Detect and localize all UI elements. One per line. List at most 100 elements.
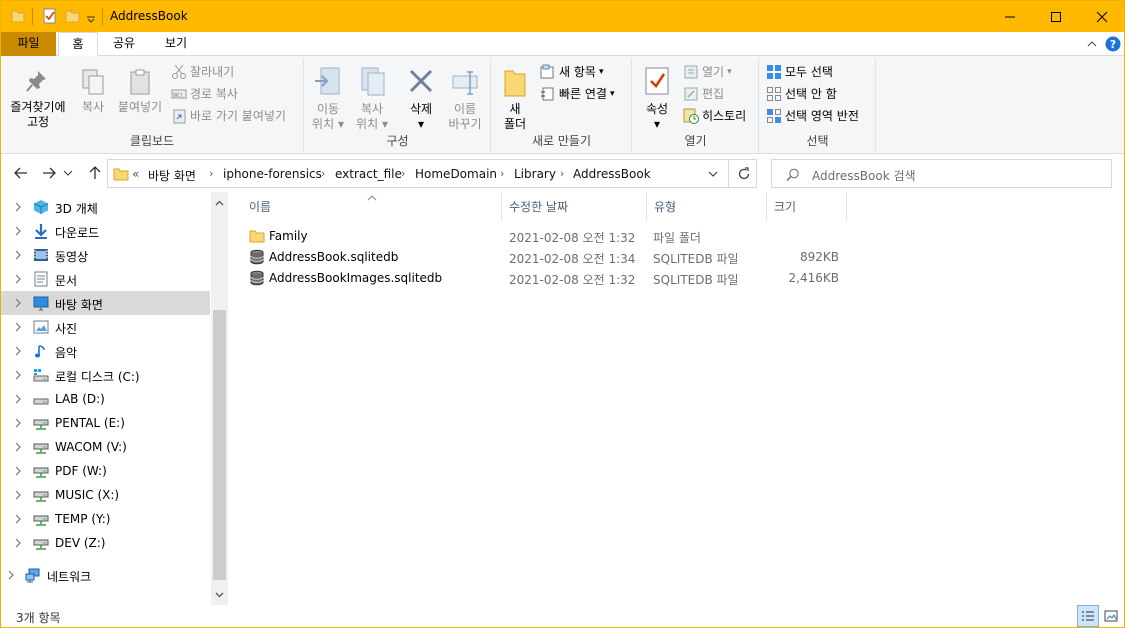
forward-button[interactable]	[39, 164, 59, 182]
properties-dropdown[interactable]: ▾	[637, 117, 677, 132]
chevron-right-icon[interactable]	[14, 394, 22, 404]
new-folder-button[interactable]: 새 폴더	[498, 66, 532, 132]
edit-button[interactable]: 편집	[683, 84, 724, 104]
nav-item[interactable]: 로컬 디스크 (C:)	[1, 363, 210, 387]
nav-item[interactable]: PDF (W:)	[1, 459, 210, 483]
breadcrumb-separator[interactable]: ›	[321, 167, 325, 180]
chevron-right-icon[interactable]	[7, 570, 15, 580]
nav-item[interactable]: DEV (Z:)	[1, 531, 210, 555]
easy-access-button[interactable]: 빠른 연결 ▾	[540, 84, 615, 104]
file-row[interactable]: AddressBook.sqlitedb 2021-02-08 오전 1:34 SQ…	[246, 247, 846, 268]
nav-item[interactable]: 동영상	[1, 243, 210, 267]
tab-file[interactable]: 파일	[1, 32, 56, 56]
column-header-size[interactable]: 크기	[767, 192, 847, 221]
file-row[interactable]: Family 2021-02-08 오전 1:32 파일 폴더	[246, 226, 846, 247]
select-none-button[interactable]: 선택 안 함	[766, 84, 837, 104]
nav-item[interactable]: TEMP (Y:)	[1, 507, 210, 531]
breadcrumb-overflow[interactable]: «	[132, 167, 139, 181]
chevron-right-icon[interactable]	[14, 466, 22, 476]
chevron-down-icon[interactable]	[86, 8, 96, 24]
chevron-right-icon[interactable]	[14, 370, 22, 380]
back-button[interactable]	[11, 164, 31, 182]
minimize-button[interactable]	[987, 1, 1033, 32]
nav-item[interactable]: MUSIC (X:)	[1, 483, 210, 507]
tab-view[interactable]: 보기	[151, 32, 201, 56]
close-button[interactable]	[1079, 1, 1124, 32]
chevron-down-icon[interactable]	[708, 170, 718, 178]
nav-item[interactable]: WACOM (V:)	[1, 435, 210, 459]
move-to-button[interactable]: 이동 위치 ▾	[307, 66, 349, 132]
rename-button[interactable]: 이름 바꾸기	[443, 66, 487, 132]
scroll-up-icon[interactable]	[215, 200, 224, 206]
breadcrumb-desktop[interactable]: 바탕 화면	[148, 167, 196, 184]
up-button[interactable]	[85, 164, 105, 182]
nav-item[interactable]: 사진	[1, 315, 210, 339]
details-view-button[interactable]	[1077, 605, 1099, 627]
collapse-ribbon-icon[interactable]	[1087, 39, 1097, 49]
column-header-name[interactable]: 이름	[242, 192, 502, 221]
breadcrumb-separator[interactable]: ›	[401, 167, 405, 180]
breadcrumb-separator[interactable]: ›	[560, 167, 564, 180]
new-folder-quick-icon[interactable]	[65, 8, 81, 24]
pin-quick-access-button[interactable]: 즐겨찾기에 고정	[7, 68, 69, 130]
chevron-right-icon[interactable]	[14, 514, 22, 524]
chevron-right-icon[interactable]	[14, 346, 22, 356]
nav-item[interactable]: LAB (D:)	[1, 387, 210, 411]
properties-button[interactable]: 속성 ▾	[637, 66, 677, 132]
nav-item[interactable]: 문서	[1, 267, 210, 291]
window-title: AddressBook	[110, 9, 188, 23]
invert-selection-button[interactable]: 선택 영역 반전	[766, 106, 859, 126]
nav-item[interactable]: 다운로드	[1, 219, 210, 243]
chevron-right-icon[interactable]	[14, 226, 22, 236]
nav-scrollbar[interactable]	[211, 192, 228, 605]
breadcrumb-extract-file[interactable]: extract_file	[335, 167, 402, 181]
copy-button[interactable]: 복사	[74, 68, 112, 115]
nav-scrollbar-thumb[interactable]	[213, 310, 226, 580]
refresh-icon[interactable]	[737, 167, 751, 181]
nav-item[interactable]: 3D 개체	[1, 195, 210, 219]
chevron-right-icon[interactable]	[14, 274, 22, 284]
open-button[interactable]: 열기 ▾	[683, 62, 732, 82]
nav-item[interactable]: 네트워크	[1, 563, 210, 587]
chevron-right-icon[interactable]	[14, 202, 22, 212]
delete-button[interactable]: 삭제 ▾	[401, 66, 441, 132]
file-row[interactable]: AddressBookImages.sqlitedb 2021-02-08 오전 …	[246, 268, 846, 289]
chevron-right-icon[interactable]	[14, 538, 22, 548]
new-item-button[interactable]: 새 항목 ▾	[540, 62, 603, 82]
column-header-type[interactable]: 유형	[647, 192, 767, 221]
chevron-right-icon[interactable]	[14, 322, 22, 332]
address-bar[interactable]: « 바탕 화면 › iphone-forensics › extract_fil…	[107, 159, 757, 188]
properties-quick-icon[interactable]	[42, 8, 58, 24]
chevron-right-icon[interactable]	[14, 418, 22, 428]
breadcrumb-iphone-forensics[interactable]: iphone-forensics	[223, 167, 322, 181]
large-icons-view-button[interactable]	[1100, 605, 1122, 627]
breadcrumb-separator[interactable]: ›	[500, 167, 504, 180]
nav-item[interactable]: PENTAL (E:)	[1, 411, 210, 435]
paste-shortcut-button[interactable]: 바로 가기 붙여넣기	[171, 106, 286, 126]
maximize-button[interactable]	[1033, 1, 1079, 32]
tab-share[interactable]: 공유	[102, 32, 146, 56]
scroll-down-icon[interactable]	[215, 592, 224, 598]
chevron-right-icon[interactable]	[14, 298, 22, 308]
nav-item[interactable]: 음악	[1, 339, 210, 363]
chevron-right-icon[interactable]	[14, 250, 22, 260]
search-box[interactable]: AddressBook 검색	[771, 159, 1112, 188]
copy-path-button[interactable]: W:\ 경로 복사	[171, 84, 238, 104]
cut-button[interactable]: 잘라내기	[171, 62, 234, 82]
breadcrumb-library[interactable]: Library	[514, 167, 556, 181]
history-button[interactable]: 히스토리	[683, 106, 746, 126]
delete-dropdown[interactable]: ▾	[401, 117, 441, 132]
breadcrumb-separator[interactable]: ›	[209, 167, 213, 180]
nav-item[interactable]: 바탕 화면	[1, 291, 210, 315]
paste-button[interactable]: 붙여넣기	[114, 68, 166, 115]
breadcrumb-addressbook[interactable]: AddressBook	[573, 167, 651, 181]
select-all-button[interactable]: 모두 선택	[766, 62, 833, 82]
tab-home[interactable]: 홈	[58, 32, 98, 57]
column-header-modified[interactable]: 수정한 날짜	[502, 192, 647, 221]
copy-to-button[interactable]: 복사 위치 ▾	[351, 66, 393, 132]
chevron-right-icon[interactable]	[14, 490, 22, 500]
recent-locations-button[interactable]	[61, 164, 75, 182]
help-icon[interactable]: ?	[1105, 36, 1121, 52]
chevron-right-icon[interactable]	[14, 442, 22, 452]
breadcrumb-homedomain[interactable]: HomeDomain	[415, 167, 497, 181]
